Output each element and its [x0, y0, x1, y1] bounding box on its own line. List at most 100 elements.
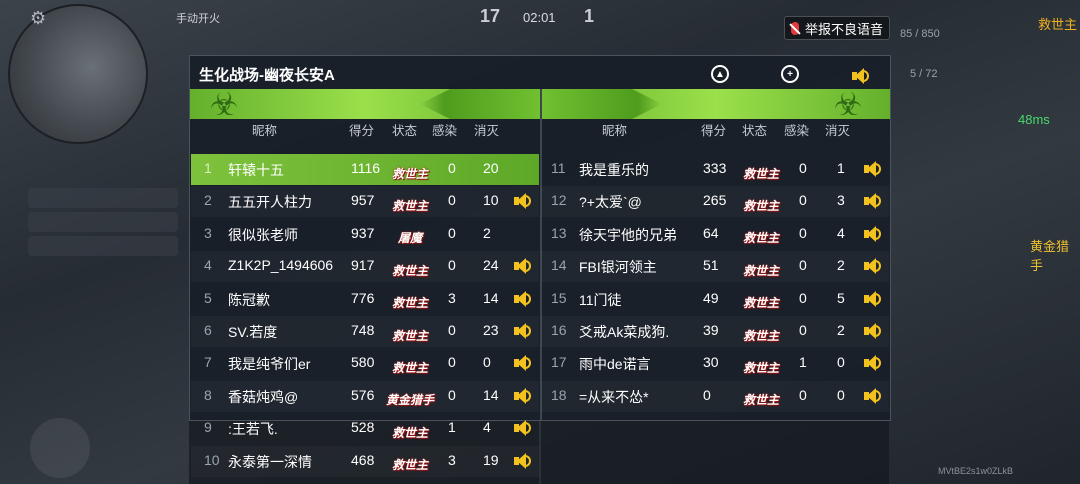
alert-triangle-icon[interactable]: ▲	[711, 65, 729, 83]
player-score: 937	[351, 224, 375, 241]
player-row[interactable]: 10 永泰第一深情 468 救世主 3 19	[191, 446, 539, 477]
killfeed-bg	[28, 236, 178, 256]
speaker-icon[interactable]	[862, 353, 882, 373]
player-score: 265	[703, 192, 727, 209]
col-kill-header: 消灭	[474, 124, 500, 138]
crouch-button[interactable]	[30, 418, 90, 478]
player-row[interactable]: 1 轩辕十五 1116 救世主 0 20	[191, 154, 539, 185]
player-rank: 8	[204, 386, 212, 403]
speaker-icon[interactable]	[862, 159, 882, 179]
player-row[interactable]: 4 Z1K2P_1494606 917 救世主 0 24	[191, 251, 539, 282]
player-rank: 11	[551, 160, 566, 176]
player-score: 0	[703, 386, 711, 403]
player-name: :王若飞.	[228, 421, 278, 438]
player-row[interactable]: 18 =从来不怂* 0 救世主 0 0	[541, 381, 889, 412]
player-kill-count: 4	[837, 224, 845, 241]
player-score: 64	[703, 224, 719, 241]
player-kill-count: 23	[483, 322, 499, 338]
player-row[interactable]: 7 我是纯爷们er 580 救世主 0 0	[191, 348, 539, 379]
speaker-icon[interactable]	[862, 289, 882, 309]
team-banner-right: ☣	[542, 86, 890, 122]
fire-mode-toggle[interactable]: 手动开火	[176, 10, 220, 26]
minimap[interactable]	[8, 4, 148, 144]
player-infect-count: 3	[448, 451, 456, 468]
player-score: 580	[351, 354, 375, 371]
speaker-icon[interactable]	[512, 321, 532, 341]
player-score: 333	[703, 160, 727, 176]
map-title: 生化战场-幽夜长安A	[199, 67, 335, 84]
player-kill-count: 19	[483, 451, 499, 468]
player-name: 我是重乐的	[579, 162, 649, 178]
status-badge: 救世主	[739, 225, 783, 251]
player-rank: 13	[551, 224, 567, 241]
report-voice-button[interactable]: 举报不良语音	[784, 16, 890, 40]
player-rank: 15	[551, 289, 567, 306]
player-infect-count: 0	[799, 192, 807, 209]
player-name: 香菇炖鸡@	[228, 388, 299, 405]
player-row[interactable]: 5 陈冠歉 776 救世主 3 14	[191, 284, 539, 315]
status-badge: 救世主	[388, 257, 432, 283]
speaker-icon[interactable]	[862, 224, 882, 244]
player-row[interactable]: 14 FBI银河领主 51 救世主 0 2	[541, 251, 889, 282]
watermark: MVtBE2s1w0ZLkB	[938, 466, 1014, 476]
col-score-header: 得分	[701, 124, 727, 138]
player-row[interactable]: 11 我是重乐的 333 救世主 0 1	[541, 154, 889, 185]
player-name: 我是纯爷们er	[228, 356, 311, 373]
player-row[interactable]: 6 SV.若度 748 救世主 0 23	[191, 316, 539, 347]
player-kill-count: 24	[483, 257, 499, 274]
player-name: 徐天宇他的兄弟	[579, 226, 677, 243]
speaker-icon[interactable]	[862, 191, 882, 211]
speaker-icon[interactable]	[512, 256, 532, 276]
player-row[interactable]: 12 ?+太爱`@ 265 救世主 0 3	[541, 186, 889, 217]
speaker-icon[interactable]	[512, 386, 532, 406]
status-badge: 救世主	[388, 452, 432, 478]
player-row[interactable]: 8 香菇炖鸡@ 576 黄金猎手 0 14	[191, 381, 539, 412]
status-badge: 救世主	[739, 387, 783, 413]
team-voice-speaker-icon[interactable]	[850, 66, 872, 86]
player-name: 很似张老师	[228, 226, 298, 243]
biohazard-icon: ☣	[833, 86, 863, 122]
col-name-header: 昵称	[602, 124, 628, 138]
player-row[interactable]: 13 徐天宇他的兄弟 64 救世主 0 4	[541, 219, 889, 250]
speaker-icon[interactable]	[512, 289, 532, 309]
killfeed-bg	[28, 188, 178, 208]
match-timer: 02:01	[523, 10, 556, 25]
add-friend-icon[interactable]: +	[781, 65, 799, 83]
speaker-icon[interactable]	[862, 321, 882, 341]
killfeed-bg	[28, 212, 178, 232]
arrow-decoration	[542, 89, 662, 119]
player-row[interactable]: 17 雨中de诺言 30 救世主 1 0	[541, 348, 889, 379]
player-name: SV.若度	[228, 324, 278, 340]
player-row[interactable]: 16 爻戒Ak菜成狗. 39 救世主 0 2	[541, 316, 889, 347]
col-name-header: 昵称	[252, 124, 278, 138]
settings-gear-icon[interactable]: ⚙	[30, 8, 46, 29]
player-row[interactable]: 2 五五开人柱力 957 救世主 0 10	[191, 186, 539, 217]
speaker-icon[interactable]	[512, 451, 532, 471]
speaker-icon[interactable]	[512, 418, 532, 438]
player-kill-count: 0	[837, 354, 845, 371]
scoreboard-overflow-right	[541, 419, 889, 484]
speaker-icon[interactable]	[862, 256, 882, 276]
speaker-icon[interactable]	[512, 353, 532, 373]
status-badge: 屠魔	[388, 225, 432, 251]
player-name: 雨中de诺言	[579, 356, 651, 373]
player-score: 957	[351, 192, 375, 209]
status-badge: 救世主	[388, 160, 432, 186]
ping-indicator: 48ms	[1018, 112, 1050, 127]
player-kill-count: 2	[483, 224, 491, 241]
status-badge: 救世主	[388, 354, 432, 380]
speaker-icon[interactable]	[512, 191, 532, 211]
player-kill-count: 2	[837, 322, 845, 338]
player-rank: 1	[204, 160, 212, 176]
status-badge: 救世主	[388, 290, 432, 316]
player-infect-count: 0	[448, 386, 456, 403]
player-row[interactable]: 15 11门徒 49 救世主 0 5	[541, 284, 889, 315]
player-infect-count: 0	[799, 322, 807, 338]
speaker-icon[interactable]	[862, 386, 882, 406]
player-kill-count: 14	[483, 289, 499, 306]
player-kill-count: 20	[483, 160, 499, 176]
player-name: Z1K2P_1494606	[228, 257, 334, 274]
player-infect-count: 1	[448, 419, 456, 436]
player-row[interactable]: 9:王若飞. 528 救世主 1 4	[191, 413, 539, 444]
player-row[interactable]: 3 很似张老师 937 屠魔 0 2	[191, 219, 539, 250]
